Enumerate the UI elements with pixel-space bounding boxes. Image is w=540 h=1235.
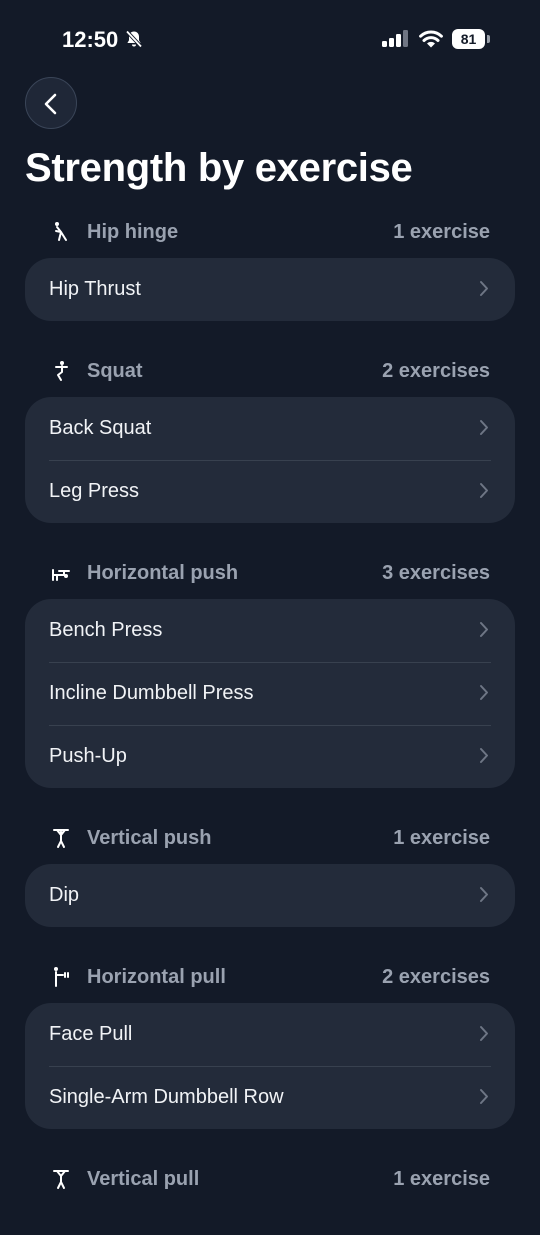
exercise-card: Face Pull Single-Arm Dumbbell Row xyxy=(25,1003,515,1129)
chevron-right-icon xyxy=(480,748,488,763)
section-vertical-pull: Vertical pull 1 exercise xyxy=(25,1159,515,1205)
exercise-label: Leg Press xyxy=(49,480,140,502)
cellular-signal-icon xyxy=(382,30,410,53)
section-name: Horizontal push xyxy=(87,562,239,584)
exercise-label: Bench Press xyxy=(49,619,163,641)
section-header: Horizontal push 3 exercises xyxy=(25,553,515,599)
squat-icon xyxy=(55,361,68,381)
bell-muted-icon xyxy=(124,29,144,54)
exercise-row-incline-dumbbell-press[interactable]: Incline Dumbbell Press xyxy=(25,662,515,725)
chevron-right-icon xyxy=(480,483,488,498)
chevron-right-icon xyxy=(480,420,488,435)
page-title: Strength by exercise xyxy=(25,146,413,190)
exercise-category-list: Hip hinge 1 exercise Hip Thrust Squat 2 … xyxy=(25,212,515,1235)
battery-level: 81 xyxy=(452,29,485,49)
exercise-label: Hip Thrust xyxy=(49,278,141,300)
exercise-row-dip[interactable]: Dip xyxy=(25,864,515,927)
section-name: Squat xyxy=(87,360,143,382)
exercise-label: Face Pull xyxy=(49,1023,133,1045)
section-name: Vertical push xyxy=(87,827,212,849)
section-count: 1 exercise xyxy=(393,1168,490,1190)
exercise-card: Back Squat Leg Press xyxy=(25,397,515,523)
exercise-row-face-pull[interactable]: Face Pull xyxy=(25,1003,515,1066)
section-count: 2 exercises xyxy=(382,966,490,988)
chevron-right-icon xyxy=(480,281,488,296)
section-name: Vertical pull xyxy=(87,1168,200,1190)
exercise-row-push-up[interactable]: Push-Up xyxy=(25,725,515,788)
chevron-right-icon xyxy=(480,622,488,637)
exercise-row-back-squat[interactable]: Back Squat xyxy=(25,397,515,460)
exercise-card: Bench Press Incline Dumbbell Press Push-… xyxy=(25,599,515,788)
wifi-icon xyxy=(419,29,443,53)
chevron-right-icon xyxy=(480,1089,488,1104)
chevron-right-icon xyxy=(480,685,488,700)
section-header: Vertical push 1 exercise xyxy=(25,818,515,864)
section-count: 3 exercises xyxy=(382,562,490,584)
chevron-left-icon xyxy=(44,93,57,115)
exercise-row-bench-press[interactable]: Bench Press xyxy=(25,599,515,662)
battery-indicator: 81 xyxy=(452,29,490,49)
section-squat: Squat 2 exercises Back Squat Leg Press xyxy=(25,351,515,523)
exercise-label: Push-Up xyxy=(49,745,127,767)
vertical-pull-icon xyxy=(53,1170,69,1189)
status-time: 12:50 xyxy=(62,27,119,52)
section-hip-hinge: Hip hinge 1 exercise Hip Thrust xyxy=(25,212,515,321)
back-button[interactable] xyxy=(25,77,77,129)
section-vertical-push: Vertical push 1 exercise Dip xyxy=(25,818,515,927)
exercise-card: Dip xyxy=(25,864,515,927)
horizontal-pull-icon xyxy=(54,967,69,987)
chevron-right-icon xyxy=(480,887,488,902)
exercise-label: Incline Dumbbell Press xyxy=(49,682,254,704)
exercise-row-single-arm-dumbbell-row[interactable]: Single-Arm Dumbbell Row xyxy=(25,1066,515,1129)
hip-hinge-icon xyxy=(55,222,67,241)
section-horizontal-push: Horizontal push 3 exercises Bench Press … xyxy=(25,553,515,788)
exercise-label: Dip xyxy=(49,884,80,906)
section-count: 1 exercise xyxy=(393,221,490,243)
exercise-label: Single-Arm Dumbbell Row xyxy=(49,1086,284,1108)
section-name: Hip hinge xyxy=(87,221,179,243)
chevron-right-icon xyxy=(480,1026,488,1041)
section-header: Squat 2 exercises xyxy=(25,351,515,397)
section-count: 1 exercise xyxy=(393,827,490,849)
section-header: Horizontal pull 2 exercises xyxy=(25,957,515,1003)
exercise-row-hip-thrust[interactable]: Hip Thrust xyxy=(25,258,515,321)
section-horizontal-pull: Horizontal pull 2 exercises Face Pull Si… xyxy=(25,957,515,1129)
section-count: 2 exercises xyxy=(382,360,490,382)
section-header: Vertical pull 1 exercise xyxy=(25,1159,515,1205)
exercise-row-leg-press[interactable]: Leg Press xyxy=(25,460,515,523)
section-name: Horizontal pull xyxy=(87,966,226,988)
vertical-push-icon xyxy=(53,829,69,848)
horizontal-push-icon xyxy=(52,569,70,581)
battery-tip xyxy=(487,35,490,43)
exercise-card: Hip Thrust xyxy=(25,258,515,321)
exercise-label: Back Squat xyxy=(49,417,152,439)
status-bar: 12:50 81 xyxy=(0,0,540,80)
section-header: Hip hinge 1 exercise xyxy=(25,212,515,258)
